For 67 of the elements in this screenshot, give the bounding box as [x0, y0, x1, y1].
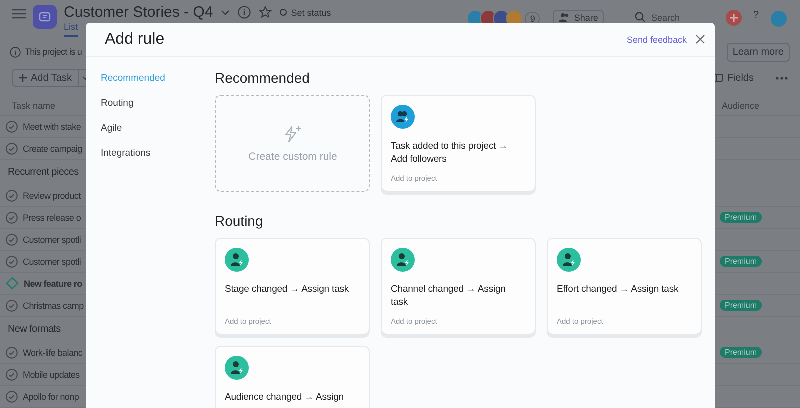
section-title[interactable]: Recurrent pieces [8, 167, 79, 178]
task-name[interactable]: Mobile updates [23, 370, 80, 380]
audience-tag: Premium [720, 300, 762, 311]
column-header: Task name [12, 101, 56, 111]
check-circle-icon[interactable] [6, 368, 18, 380]
rule-title: Effort changed → Assign task [557, 283, 679, 296]
task-name[interactable]: Apollo for nonp [23, 392, 80, 402]
task-name[interactable]: Review product [23, 190, 81, 200]
audience-tag: Premium [720, 256, 762, 267]
project-title: Customer Stories - Q4 [64, 4, 214, 21]
audience-tag: Premium [720, 212, 762, 223]
task-name[interactable]: Meet with stake [23, 122, 82, 132]
learn-more-button[interactable]: Learn more [726, 42, 790, 62]
check-circle-icon[interactable] [6, 390, 18, 402]
task-name[interactable]: Create campaig [23, 144, 82, 154]
send-feedback-link[interactable]: Send feedback [626, 34, 687, 44]
check-circle-icon[interactable] [6, 346, 18, 358]
check-circle-icon[interactable] [6, 120, 18, 132]
close-icon[interactable] [696, 35, 705, 44]
check-circle-icon[interactable] [6, 212, 18, 224]
search-field[interactable]: Search [635, 10, 716, 25]
card-label: Create custom rule [248, 151, 338, 163]
task-name[interactable]: New feature ro [24, 278, 82, 288]
column-header: Audience [722, 101, 761, 111]
section-heading: Recommended [215, 70, 311, 86]
check-circle-icon[interactable] [6, 300, 18, 312]
sparkle-icon [283, 125, 303, 143]
star-icon[interactable] [259, 6, 272, 19]
create-custom-rule-card[interactable]: Create custom rule [215, 95, 370, 192]
task-name[interactable]: Customer spotli [23, 256, 82, 266]
chevron-down-icon[interactable] [221, 10, 230, 16]
category-nav-item[interactable]: Recommended [101, 73, 215, 85]
check-circle-icon[interactable] [6, 142, 18, 154]
diamond-icon[interactable] [6, 277, 19, 290]
help-button[interactable]: ? [753, 10, 759, 21]
task-name[interactable]: Press release o [23, 212, 82, 222]
category-nav-item[interactable]: Agile [101, 123, 215, 135]
list-tab[interactable]: List [64, 21, 78, 37]
check-circle-icon[interactable] [6, 190, 18, 202]
category-nav-item[interactable]: Integrations [101, 148, 215, 160]
banner-text: This project is u [25, 47, 82, 57]
menu-icon[interactable] [12, 9, 26, 19]
task-name[interactable]: Customer spotli [23, 234, 82, 244]
task-name[interactable]: Christmas camp [23, 300, 84, 310]
people-icon [559, 13, 570, 22]
plus-icon[interactable] [726, 10, 742, 26]
rule-title: Task added to this project → Add followers [391, 140, 510, 166]
check-circle-icon[interactable] [6, 234, 18, 246]
more-icon[interactable] [776, 76, 788, 80]
dialog-title: Add rule [105, 30, 165, 48]
info-icon [10, 46, 21, 58]
search-icon [635, 12, 646, 23]
rule-card[interactable]: Audience changed → Assign [215, 346, 370, 408]
project-icon [33, 5, 57, 29]
audience-tag: Premium [720, 347, 762, 358]
section-title[interactable]: New formats [8, 324, 61, 335]
section-heading: Routing [215, 213, 264, 229]
task-name[interactable]: Work-life balanc [23, 348, 83, 358]
set-status-button[interactable]: Set status [280, 8, 332, 18]
plus-icon [19, 74, 27, 82]
rule-title: Channel changed → Assign task [391, 283, 507, 309]
rule-title: Audience changed → Assign [225, 391, 344, 404]
info-icon[interactable] [238, 6, 252, 19]
add-task-button[interactable]: Add Task [12, 69, 79, 87]
check-circle-icon[interactable] [6, 256, 18, 268]
rule-title: Stage changed → Assign task [225, 283, 350, 296]
category-nav-item[interactable]: Routing [101, 98, 215, 110]
